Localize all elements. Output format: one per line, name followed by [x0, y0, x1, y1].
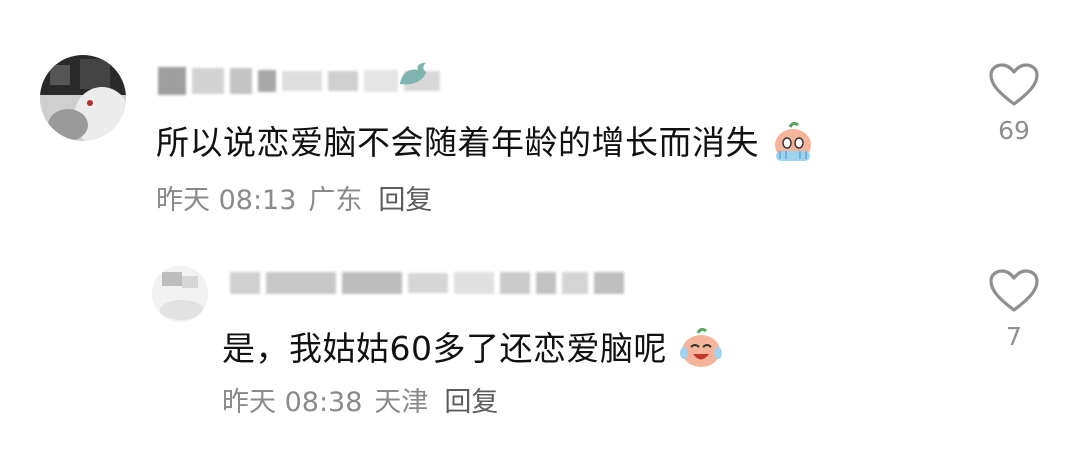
- avatar-image: [152, 266, 208, 322]
- like-count: 7: [1006, 322, 1022, 351]
- heart-icon: [989, 63, 1039, 106]
- reply-body: 是，我姑姑60多了还恋爱脑呢: [222, 329, 667, 368]
- comment-meta: 昨天 08:13 广东 回复: [156, 178, 444, 217]
- comment-body: 所以说恋爱脑不会随着年龄的增长而消失: [156, 123, 759, 162]
- avatar-image: [40, 55, 126, 141]
- reply-text: 是，我姑姑60多了还恋爱脑呢: [222, 322, 724, 377]
- reply-meta: 昨天 08:38 天津 回复: [222, 380, 510, 419]
- like-count: 69: [998, 116, 1030, 145]
- avatar[interactable]: [40, 55, 126, 141]
- reply-button[interactable]: 回复: [378, 185, 432, 216]
- heart-icon: [989, 269, 1039, 312]
- comment-timestamp: 昨天 08:13: [156, 185, 297, 216]
- reply-timestamp: 昨天 08:38: [222, 387, 363, 418]
- fan-badge-icon: [396, 60, 430, 94]
- reply-item: 是，我姑姑60多了还恋爱脑呢 昨天 08:38 天津 回复 7: [0, 230, 1080, 454]
- comment-item: 所以说恋爱脑不会随着年龄的增长而消失 昨天 08:13 广东 回复 69: [0, 0, 1080, 230]
- crying-face-emoji: [770, 119, 816, 171]
- laughing-tears-face-emoji: [678, 325, 724, 377]
- reply-location: 天津: [374, 387, 429, 418]
- like-button[interactable]: 69: [984, 62, 1044, 145]
- username-obscured[interactable]: [230, 268, 624, 298]
- comment-text: 所以说恋爱脑不会随着年龄的增长而消失: [156, 116, 816, 171]
- like-button[interactable]: 7: [984, 268, 1044, 351]
- avatar[interactable]: [152, 266, 208, 322]
- reply-button[interactable]: 回复: [444, 387, 498, 418]
- comment-location: 广东: [308, 185, 363, 216]
